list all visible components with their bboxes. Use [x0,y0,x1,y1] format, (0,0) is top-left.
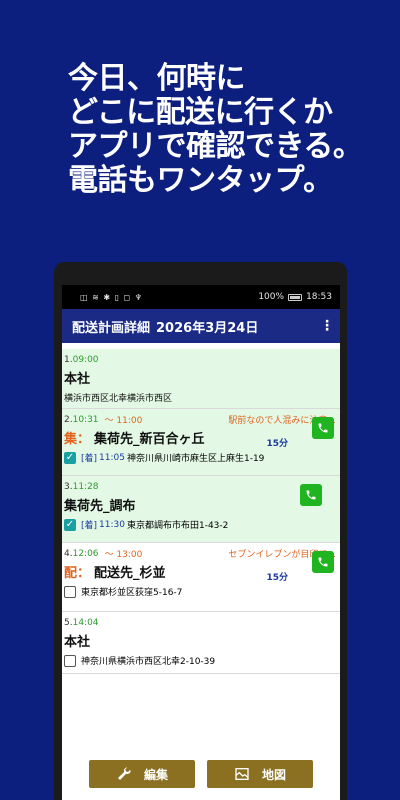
stop-name: 配送先_杉並 [94,566,166,581]
arrival-tag: [着] [81,454,98,464]
phone-icon [318,423,328,433]
list-item[interactable]: 5. 14:04 本社 神奈川県横浜市西区北幸2-10-39 [62,612,340,674]
stop-time: 12:06 [72,548,99,559]
wrench-icon [117,767,131,780]
stop-list: 1. 09:00 本社 横浜市西区北幸横浜市西区 2. 10:31 〜 11:0… [62,349,340,674]
stop-number: 5. [64,617,73,628]
arrival-checkbox[interactable] [64,585,76,598]
phone-screen: ◫ ≋ ✱ ▯ ◻ ♆ 100% 18:53 配送計画詳細 2026年3月24日… [62,285,340,800]
stop-name: 本社 [64,635,91,650]
stop-address: 横浜市西区北幸横浜市西区 [64,394,173,404]
list-item[interactable]: 3. 11:28 集荷先_調布 ✓ [着] 11:30 東京都調布市布田1-43… [62,476,340,543]
map-button[interactable]: 地図 [207,760,313,788]
more-vert-icon[interactable]: ⋮ [320,319,334,333]
app-bar: 配送計画詳細 2026年3月24日 ⋮ [62,309,340,343]
status-bar: ◫ ≋ ✱ ▯ ◻ ♆ 100% 18:53 [62,285,340,309]
stop-name: 本社 [64,372,91,387]
time-range: 〜 11:00 [104,416,143,426]
arrival-time: 11:30 [99,519,125,530]
stop-number: 1. [64,354,73,365]
stop-time: 14:04 [72,617,99,628]
stop-type-prefix: 配： [64,566,91,581]
list-item[interactable]: 1. 09:00 本社 横浜市西区北幸横浜市西区 [62,349,340,409]
stop-name: 集荷先_新百合ヶ丘 [94,432,205,447]
phone-icon [318,557,328,567]
arrival-time: 11:05 [99,452,125,463]
phone-button[interactable] [300,484,322,506]
phone-button[interactable] [312,551,334,573]
promo-line-1: 今日、何時に [68,61,246,96]
phone-icon [306,490,316,500]
stop-number: 3. [64,481,73,492]
list-item[interactable]: 4. 12:06 〜 13:00 セブンイレブンが目印で... 配： 配送先_杉… [62,543,340,612]
page-title: 配送計画詳細 [72,320,151,336]
edit-button[interactable]: 編集 [89,760,195,788]
status-time: 18:53 [306,292,332,302]
stop-number: 2. [64,414,73,425]
arrival-checkbox[interactable] [64,654,76,667]
status-icons: ◫ ≋ ✱ ▯ ◻ ♆ [80,292,143,302]
battery-percent: 100% [258,292,285,302]
stop-name: 集荷先_調布 [64,499,136,514]
stop-address: 東京都調布市布田1-43-2 [126,521,229,531]
stop-duration: 15分 [266,439,288,449]
list-item[interactable]: 2. 10:31 〜 11:00 駅前なので人混みに注意... 集： 集荷先_新… [62,409,340,476]
promo-line-2: どこに配送に行くか [68,95,333,130]
page-date: 2026年3月24日 [156,320,259,336]
time-range: 〜 13:00 [104,550,143,560]
stop-number: 4. [64,548,73,559]
arrival-tag: [着] [81,521,98,531]
promo-text: 今日、何時に どこに配送に行くか アプリで確認できる。 電話もワンタップ。 [68,62,398,198]
arrival-checkbox[interactable]: ✓ [64,518,76,531]
stop-address: 東京都杉並区荻窪5-16-7 [81,588,183,598]
stop-time: 10:31 [72,414,99,425]
map-button-label: 地図 [261,767,286,782]
battery-icon [288,293,303,301]
stop-time: 09:00 [72,354,99,365]
stop-address: 神奈川県川崎市麻生区上麻生1-19 [126,454,265,464]
map-icon [235,768,249,780]
stop-address: 神奈川県横浜市西区北幸2-10-39 [81,657,216,667]
stop-time: 11:28 [72,481,99,492]
promo-line-4: 電話もワンタップ。 [68,163,333,198]
edit-button-label: 編集 [143,767,168,782]
promo-line-3: アプリで確認できる。 [68,129,363,164]
arrival-checkbox[interactable]: ✓ [64,451,76,464]
bottom-bar: 編集 地図 [62,760,340,800]
stop-type-prefix: 集： [64,432,91,447]
stop-duration: 15分 [266,573,288,583]
phone-button[interactable] [312,417,334,439]
